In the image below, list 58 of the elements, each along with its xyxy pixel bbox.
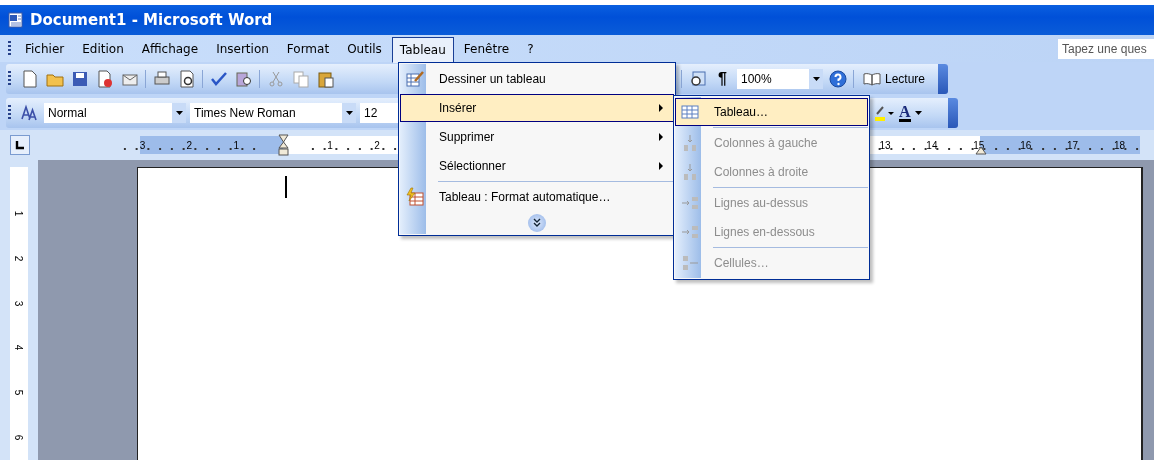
ruler-number: 5: [13, 389, 25, 396]
ruler-number: 4: [13, 345, 25, 351]
menu-item[interactable]: Fenêtre: [455, 37, 518, 60]
ruler-number: 2: [13, 255, 25, 261]
caret-icon: [914, 111, 922, 115]
menu-item[interactable]: Edition: [74, 37, 132, 60]
table-icon: [680, 102, 700, 122]
menu-item[interactable]: Affichage: [133, 37, 207, 60]
text-cursor: [285, 176, 287, 198]
help-icon: [827, 69, 848, 89]
highlighter-icon: [874, 104, 895, 122]
document-icon: [8, 12, 24, 28]
grip-handle[interactable]: [8, 105, 11, 121]
caret-icon: [812, 77, 820, 81]
submenu-arrow-icon: [659, 133, 663, 141]
show-marks-button[interactable]: ¶: [710, 66, 735, 92]
menu-item[interactable]: Format: [278, 37, 338, 60]
submenu-arrow-icon: [659, 104, 663, 112]
menu-item[interactable]: Tableau: [391, 36, 454, 63]
book-icon: [863, 72, 881, 86]
menu-item[interactable]: Supprimer: [400, 123, 674, 151]
ruler-number: 3: [13, 300, 25, 306]
menu-item[interactable]: Insertion: [208, 37, 277, 60]
clipboard-icon: [315, 69, 336, 89]
styles-icon: [19, 104, 40, 122]
ruler-number: 1: [13, 210, 25, 217]
menu-item[interactable]: ?: [519, 37, 542, 60]
window-title: Document1 - Microsoft Word: [30, 11, 273, 29]
research-icon: [233, 69, 254, 89]
menu-item[interactable]: Dessiner un tableau: [400, 65, 674, 93]
caret-icon: [175, 111, 183, 115]
help-search-field[interactable]: Tapez une ques: [1058, 38, 1154, 59]
menu-item[interactable]: Tableau…: [675, 98, 868, 126]
caret-icon: [345, 111, 353, 115]
menu-item[interactable]: Sélectionner: [400, 152, 674, 180]
tab-selector[interactable]: [10, 135, 30, 155]
font-dropdown[interactable]: Times New Roman: [190, 103, 356, 123]
ruler-number: 6: [13, 434, 25, 441]
reading-button[interactable]: Lecture: [857, 66, 932, 92]
font-color-button[interactable]: A: [897, 100, 924, 126]
indent-marker-icon[interactable]: [277, 134, 289, 156]
grip-handle[interactable]: [8, 71, 11, 87]
style-dropdown[interactable]: Normal: [44, 103, 186, 123]
grip-handle[interactable]: [8, 40, 11, 57]
menu-item[interactable]: Fichier: [17, 37, 73, 60]
menu-item[interactable]: Tableau : Format automatique…: [400, 183, 674, 211]
font-size-dropdown[interactable]: 12: [360, 103, 400, 123]
zoom-dropdown[interactable]: 100%: [737, 69, 823, 89]
lightning-table-icon: [405, 187, 425, 207]
pencil-table-icon: [405, 69, 425, 89]
cells-icon: [680, 253, 700, 273]
double-chevron-icon: [532, 218, 542, 228]
submenu-arrow-icon: [659, 162, 663, 170]
menu-item[interactable]: Insérer: [400, 94, 674, 122]
menu-item[interactable]: Outils: [339, 37, 390, 60]
left-tab-icon: [15, 140, 25, 150]
expand-menu-button[interactable]: [528, 214, 546, 232]
copy-icon: [290, 69, 311, 89]
